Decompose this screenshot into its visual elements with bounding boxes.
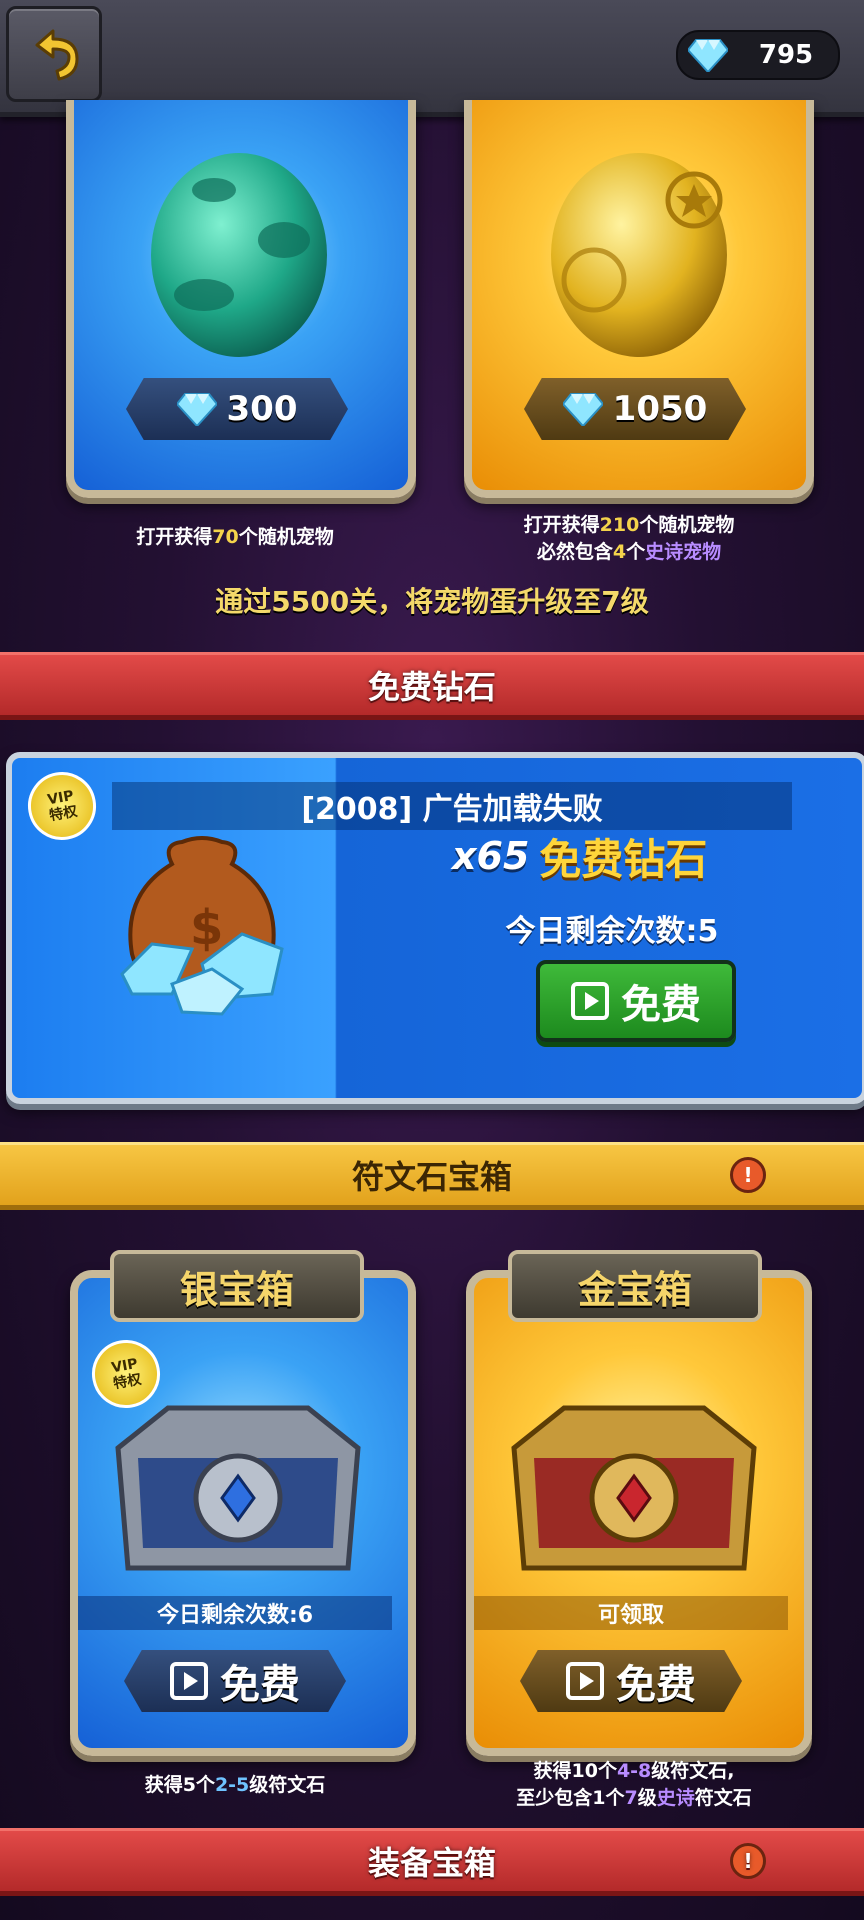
back-button[interactable] bbox=[6, 6, 102, 102]
svg-text:$: $ bbox=[190, 900, 223, 956]
gold-chest-title: 金宝箱 bbox=[508, 1250, 762, 1322]
egg-price: 300 bbox=[226, 389, 298, 429]
ad-error-message: [2008] 广告加载失败 bbox=[112, 782, 792, 830]
silver-chest-free-button[interactable]: 免费 bbox=[124, 1650, 346, 1712]
golden-egg-desc: 打开获得210个随机宠物 必然包含4个史诗宠物 bbox=[523, 514, 735, 563]
reward-quantity: x65 bbox=[452, 834, 530, 878]
gem-bag-icon: $ bbox=[120, 836, 284, 1016]
gold-egg-icon bbox=[551, 153, 727, 357]
gold-chest-icon bbox=[511, 1405, 757, 1571]
common-egg-desc: 打开获得70个随机宠物 bbox=[136, 526, 334, 548]
common-egg-card[interactable]: 300 bbox=[66, 100, 416, 498]
gold-chest-status: 可领取 bbox=[474, 1596, 788, 1630]
diamond-icon bbox=[176, 393, 217, 426]
gem-counter: 795 bbox=[676, 30, 840, 80]
free-gems-button[interactable]: 免费 bbox=[536, 960, 736, 1042]
free-gems-banner: 免费钻石 bbox=[0, 652, 864, 720]
egg-price-pill: 300 bbox=[126, 378, 348, 440]
golden-egg-card[interactable]: 1050 bbox=[464, 100, 814, 498]
upgrade-notice: 通过5500关，将宠物蛋升级至7级 bbox=[215, 585, 649, 618]
play-icon bbox=[170, 1662, 208, 1700]
play-icon bbox=[571, 982, 609, 1020]
egg-price-pill: 1050 bbox=[524, 378, 746, 440]
diamond-icon bbox=[562, 393, 603, 426]
egg-price: 1050 bbox=[612, 389, 708, 429]
silver-chest-card[interactable]: VIP 特权 今日剩余次数:6 免费 bbox=[70, 1270, 416, 1756]
diamond-icon bbox=[688, 39, 728, 72]
reward-label: x65 免费钻石 bbox=[452, 826, 812, 886]
equipment-chests-banner: 装备宝箱 ! bbox=[0, 1828, 864, 1896]
info-alert-icon[interactable]: ! bbox=[730, 1157, 766, 1193]
rune-chests-banner: 符文石宝箱 ! bbox=[0, 1142, 864, 1210]
free-gems-panel: VIP 特权 $ [2008] 广告加载失败 x65 免费钻石 今日剩余次数:5 … bbox=[6, 752, 864, 1104]
gold-chest-card[interactable]: 可领取 免费 bbox=[466, 1270, 812, 1756]
info-alert-icon[interactable]: ! bbox=[730, 1843, 766, 1879]
play-icon bbox=[566, 1662, 604, 1700]
silver-chest-status: 今日剩余次数:6 bbox=[78, 1596, 392, 1630]
undo-arrow-icon bbox=[35, 29, 79, 81]
gem-count: 795 bbox=[758, 40, 814, 70]
silver-chest-desc: 获得5个2-5级符文石 bbox=[144, 1774, 326, 1796]
vip-badge: VIP 特权 bbox=[22, 766, 102, 846]
silver-chest-icon bbox=[115, 1405, 361, 1571]
remaining-count: 今日剩余次数:5 bbox=[505, 914, 719, 949]
silver-chest-title: 银宝箱 bbox=[110, 1250, 364, 1322]
gold-chest-desc: 获得10个4-8级符文石, 至少包含1个7级史诗符文石 bbox=[516, 1760, 752, 1809]
gold-chest-free-button[interactable]: 免费 bbox=[520, 1650, 742, 1712]
green-egg-icon bbox=[151, 153, 327, 357]
reward-name: 免费钻石 bbox=[539, 834, 708, 884]
